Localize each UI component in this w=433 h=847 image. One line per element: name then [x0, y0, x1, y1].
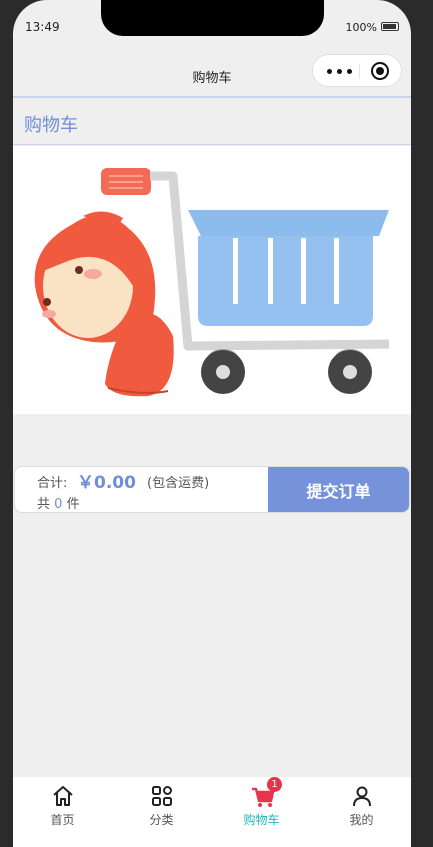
- phone-screen: 13:49 100% 购物车 购物车 合计: ￥0.00 (包含运费) 共 0 …: [13, 0, 411, 847]
- more-icon[interactable]: [327, 69, 361, 74]
- total-value: ￥0.00: [77, 473, 136, 493]
- bottom-tabbar: 首页 分类 1 购物车 我的: [13, 777, 411, 847]
- capsule-divider: [359, 64, 360, 79]
- submit-order-button[interactable]: 提交订单: [268, 467, 409, 512]
- tab-profile-label: 我的: [349, 813, 374, 827]
- count-suffix: 件: [66, 497, 80, 512]
- user-icon: [353, 786, 371, 807]
- status-time: 13:49: [25, 20, 60, 34]
- empty-cart-image: [34, 168, 390, 397]
- grid-icon: [152, 786, 172, 806]
- tab-home[interactable]: 首页: [13, 777, 112, 837]
- tab-cart-label: 购物车: [243, 813, 280, 827]
- count-value: 0: [54, 497, 63, 512]
- header-divider-top: [13, 96, 411, 98]
- tab-home-label: 首页: [50, 813, 75, 827]
- tab-profile[interactable]: 我的: [312, 777, 411, 837]
- total-note: (包含运费): [147, 476, 210, 491]
- count-prefix: 共: [37, 497, 51, 512]
- close-miniprogram-icon[interactable]: [371, 62, 389, 80]
- tab-category-label: 分类: [149, 813, 174, 827]
- mini-program-capsule: [312, 54, 402, 87]
- home-icon: [53, 786, 73, 806]
- tab-category[interactable]: 分类: [112, 777, 211, 837]
- page-title: 购物车: [24, 115, 78, 136]
- cart-badge: 1: [267, 777, 282, 792]
- status-battery-text: 100%: [345, 21, 377, 34]
- item-count: 共 0 件: [37, 493, 80, 512]
- total-label: 合计:: [37, 476, 68, 491]
- device-notch: [101, 0, 324, 36]
- tab-cart[interactable]: 1 购物车: [212, 777, 311, 837]
- empty-cart-illustration: [13, 146, 411, 414]
- header-divider-bottom: [13, 144, 411, 145]
- battery-icon: [381, 22, 399, 31]
- cart-summary-bar: 合计: ￥0.00 (包含运费) 共 0 件 提交订单: [14, 466, 410, 513]
